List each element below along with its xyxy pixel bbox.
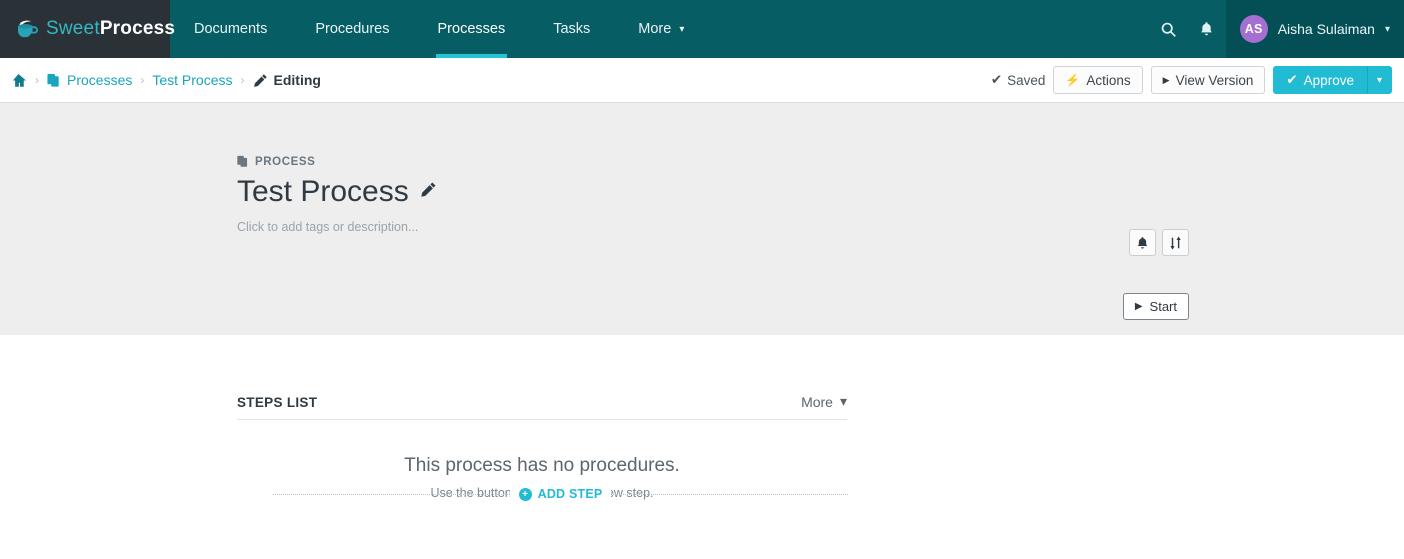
brand-logo[interactable]: SweetProcess: [0, 0, 175, 58]
process-heading-block: PROCESS Test Process Click to add tags o…: [237, 155, 437, 234]
check-icon: ✔: [990, 72, 1003, 87]
check-icon: ✔: [1286, 72, 1298, 87]
nav-item-label: Processes: [437, 21, 506, 37]
add-step-button[interactable]: + ADD STEP: [509, 485, 612, 503]
breadcrumb-actions: ✔ Saved ⚡ Actions ▶ View Version ✔ Appro…: [991, 66, 1392, 94]
breadcrumb: › Processes › Test Process › Editing: [10, 72, 321, 88]
start-button[interactable]: ▶ Start: [1122, 293, 1189, 320]
coffee-cup-icon: [18, 20, 38, 38]
view-version-label: View Version: [1175, 72, 1254, 88]
process-hero-banner: PROCESS Test Process Click to add tags o…: [0, 103, 1404, 335]
start-label: Start: [1149, 299, 1177, 314]
divider-left: [273, 493, 510, 495]
actions-button[interactable]: ⚡ Actions: [1053, 66, 1143, 94]
page-title-text: Test Process: [237, 175, 409, 208]
chevron-down-icon: ▾: [839, 393, 847, 409]
breadcrumb-label: Processes: [67, 72, 133, 88]
top-navigation-bar: SweetProcess Documents Procedures Proces…: [0, 0, 1404, 58]
add-step-row: + ADD STEP: [273, 483, 848, 505]
documents-icon: [47, 73, 59, 87]
user-menu[interactable]: AS Aisha Sulaiman ▾: [1225, 0, 1404, 58]
start-process-wrap: ▶ Start: [1122, 293, 1189, 320]
view-version-button[interactable]: ▶ View Version: [1150, 66, 1266, 94]
nav-item-processes[interactable]: Processes: [414, 0, 530, 58]
actions-label: Actions: [1086, 72, 1131, 88]
empty-state-title: This process has no procedures.: [404, 455, 680, 476]
main-content: STEPS LIST More ▾ This process has no pr…: [0, 335, 1404, 559]
process-kicker-label: PROCESS: [255, 155, 316, 168]
breadcrumb-label: Editing: [273, 72, 321, 88]
process-kicker: PROCESS: [237, 155, 437, 168]
breadcrumb-separator: ›: [140, 73, 145, 87]
user-name: Aisha Sulaiman: [1277, 21, 1375, 37]
breadcrumb-item-test-process[interactable]: Test Process: [152, 72, 232, 88]
brand-name-light: Sweet: [46, 18, 100, 39]
home-icon[interactable]: [10, 73, 27, 88]
nav-item-documents[interactable]: Documents: [170, 0, 291, 58]
notifications-button[interactable]: [1129, 229, 1156, 256]
divider-right: [611, 493, 848, 495]
add-step-label: ADD STEP: [537, 487, 603, 501]
breadcrumb-separator: ›: [35, 73, 39, 87]
edit-title-pencil-icon[interactable]: [420, 181, 437, 203]
nav-item-more[interactable]: More ▾: [614, 0, 708, 58]
saved-status: ✔ Saved: [991, 72, 1046, 88]
steps-list-title: STEPS LIST: [237, 395, 318, 410]
breadcrumb-bar: › Processes › Test Process › Editing ✔ S…: [0, 58, 1404, 103]
plus-icon: +: [518, 487, 532, 501]
pencil-icon: [253, 73, 267, 87]
sort-button[interactable]: [1162, 229, 1189, 256]
breadcrumb-item-editing: Editing: [253, 72, 321, 88]
chevron-down-icon: ▾: [1384, 23, 1390, 35]
approve-label: Approve: [1303, 72, 1354, 88]
nav-item-label: Procedures: [315, 21, 390, 37]
breadcrumb-separator: ›: [240, 73, 245, 87]
steps-list-header: STEPS LIST More ▾: [237, 393, 847, 420]
saved-label: Saved: [1007, 72, 1046, 88]
nav-item-tasks[interactable]: Tasks: [529, 0, 614, 58]
brand-logo-text: SweetProcess: [46, 18, 175, 40]
documents-icon: [237, 155, 248, 167]
steps-more-dropdown[interactable]: More ▾: [801, 393, 847, 410]
nav-item-label: More: [638, 21, 672, 37]
sort-icon: [1169, 235, 1181, 250]
breadcrumb-item-processes[interactable]: Processes: [47, 72, 132, 88]
approve-button[interactable]: ✔ Approve: [1273, 66, 1367, 94]
nav-item-label: Documents: [194, 21, 268, 37]
hero-action-icons: [1129, 229, 1189, 256]
primary-nav-items: Documents Procedures Processes Tasks Mor…: [170, 0, 708, 58]
search-icon[interactable]: [1150, 0, 1188, 58]
nav-right-cluster: AS Aisha Sulaiman ▾: [1150, 0, 1404, 58]
tags-description-placeholder[interactable]: Click to add tags or description...: [237, 220, 437, 234]
bell-icon[interactable]: [1188, 0, 1226, 58]
brand-name-bold: Process: [99, 18, 176, 39]
lightning-icon: ⚡: [1065, 73, 1081, 87]
nav-item-label: Tasks: [553, 21, 591, 37]
play-icon: ▶: [1162, 74, 1170, 85]
play-icon: ▶: [1134, 301, 1143, 312]
approve-dropdown-toggle[interactable]: ▾: [1366, 66, 1392, 94]
bell-icon: [1137, 236, 1148, 249]
breadcrumb-label: Test Process: [152, 72, 233, 88]
chevron-down-icon: ▾: [679, 23, 685, 35]
approve-button-group: ✔ Approve ▾: [1273, 66, 1392, 94]
nav-item-procedures[interactable]: Procedures: [291, 0, 413, 58]
page-title: Test Process: [237, 175, 437, 209]
avatar: AS: [1239, 15, 1268, 43]
steps-more-label: More: [801, 393, 833, 410]
